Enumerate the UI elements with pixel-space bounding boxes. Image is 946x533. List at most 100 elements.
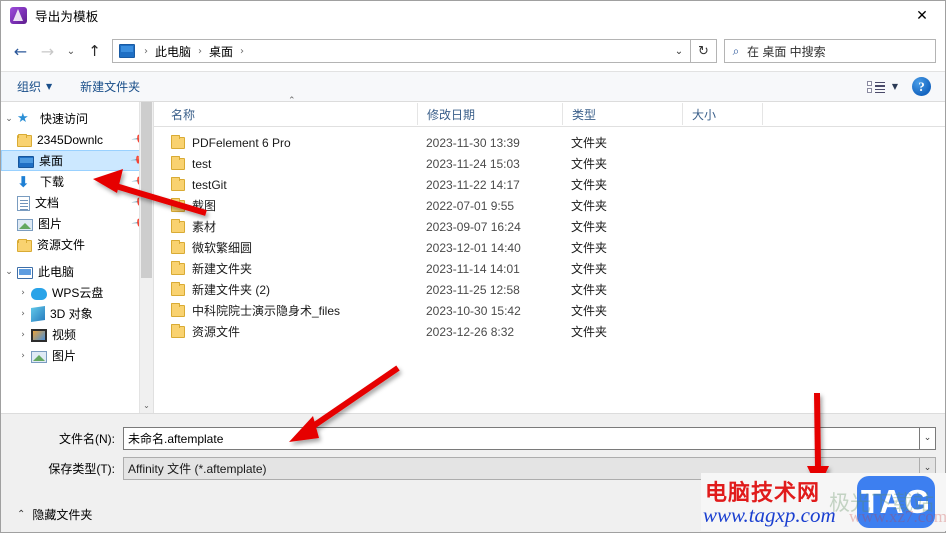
file-name-cell: 资源文件 — [162, 323, 417, 340]
chevron-down-icon[interactable]: ⌄ — [1, 114, 17, 124]
file-type-cell: 文件夹 — [571, 262, 608, 276]
table-row[interactable]: testGit 2023-11-22 14:17 文件夹 — [154, 174, 945, 195]
organize-button[interactable]: 组织 ▼ — [17, 78, 52, 95]
chevron-down-icon[interactable]: ⌄ — [668, 40, 690, 62]
title-bar: 导出为模板 ✕ — [1, 1, 945, 31]
recent-locations-button[interactable]: ⌄ — [61, 37, 81, 65]
sidebar-scrollbar[interactable]: ⌄ — [139, 102, 153, 413]
sidebar-item-label: 资源文件 — [37, 238, 86, 252]
search-placeholder: 在 桌面 中搜索 — [747, 44, 826, 59]
back-button[interactable]: ← — [7, 37, 34, 65]
breadcrumb-item-desktop[interactable]: 桌面 — [207, 43, 235, 60]
table-row[interactable]: 素材 2023-09-07 16:24 文件夹 — [154, 216, 945, 237]
file-date-cell: 2023-11-30 13:39 — [426, 135, 520, 150]
pictures-icon — [17, 218, 33, 231]
sidebar-item-label: 下载 — [40, 175, 65, 189]
sidebar-item-2345downlc[interactable]: 2345Downlc 📌 — [1, 129, 153, 150]
up-button[interactable]: ↑ — [81, 37, 108, 65]
file-rows: PDFelement 6 Pro 2023-11-30 13:39 文件夹 te… — [154, 127, 945, 413]
sort-ascending-icon: ⌃ — [288, 96, 296, 106]
sidebar-item-videos[interactable]: › 视频 — [1, 324, 153, 345]
file-name: 截图 — [192, 199, 217, 213]
folder-icon — [171, 176, 185, 191]
file-type-cell: 文件夹 — [571, 304, 608, 318]
sidebar-item-pictures-pc[interactable]: › 图片 — [1, 345, 153, 366]
filename-label: 文件名(N): — [59, 431, 115, 446]
sidebar-item-desktop[interactable]: 桌面 📌 — [1, 150, 153, 171]
chevron-down-icon: ▼ — [891, 82, 898, 91]
scrollbar-thumb[interactable] — [141, 102, 152, 278]
folder-icon — [171, 218, 185, 233]
file-type-cell: 文件夹 — [571, 241, 608, 255]
sidebar-item-resource-files[interactable]: 资源文件 — [1, 234, 153, 255]
search-icon: ⌕ — [732, 43, 740, 58]
pictures-icon — [31, 350, 47, 363]
filename-input[interactable]: 未命名.aftemplate — [123, 426, 919, 450]
file-name-cell: PDFelement 6 Pro — [162, 134, 417, 150]
downloads-icon: ⬇ — [17, 172, 30, 191]
chevron-down-icon[interactable]: ⌄ — [1, 267, 17, 277]
organize-label: 组织 — [17, 80, 42, 94]
table-row[interactable]: 新建文件夹 2023-11-14 14:01 文件夹 — [154, 258, 945, 279]
sidebar-item-label: 图片 — [38, 217, 63, 231]
sidebar-group-this-pc[interactable]: ⌄ 此电脑 — [1, 261, 153, 282]
file-name: 资源文件 — [192, 325, 241, 339]
file-name-cell: testGit — [162, 176, 417, 192]
table-row[interactable]: 截图 2022-07-01 9:55 文件夹 — [154, 195, 945, 216]
watermark-faint-url: www.xz7.com — [849, 507, 946, 526]
chevron-up-icon: ⌃ — [17, 508, 26, 520]
sidebar-item-downloads[interactable]: ⬇ 下载 📌 — [1, 171, 153, 192]
file-name-cell: test — [162, 155, 417, 171]
close-icon[interactable]: ✕ — [899, 1, 945, 31]
hide-folders-button[interactable]: ⌃ 隐藏文件夹 — [17, 506, 92, 523]
column-header-name[interactable]: 名称 ⌃ — [162, 96, 417, 125]
chevron-right-icon[interactable]: › — [15, 288, 31, 298]
file-date-cell: 2023-11-14 14:01 — [426, 261, 520, 276]
refresh-icon[interactable]: ↻ — [691, 39, 717, 63]
file-type-cell: 文件夹 — [571, 136, 608, 150]
sidebar-item-3d-objects[interactable]: › 3D 对象 — [1, 303, 153, 324]
folder-icon — [171, 239, 185, 254]
sidebar-item-documents[interactable]: 文档 📌 — [1, 192, 153, 213]
this-pc-icon — [17, 266, 33, 279]
table-row[interactable]: 资源文件 2023-12-26 8:32 文件夹 — [154, 321, 945, 342]
desktop-icon — [18, 155, 34, 168]
sidebar-item-label: 桌面 — [39, 154, 64, 168]
table-row[interactable]: 微软繁细圆 2023-12-01 14:40 文件夹 — [154, 237, 945, 258]
file-name: test — [192, 156, 212, 171]
help-icon[interactable]: ? — [912, 77, 931, 96]
chevron-right-icon[interactable]: › — [15, 309, 31, 319]
folder-icon — [171, 155, 185, 170]
chevron-right-icon[interactable]: › — [15, 351, 31, 361]
file-name-cell: 新建文件夹 (2) — [162, 281, 417, 298]
table-row[interactable]: test 2023-11-24 15:03 文件夹 — [154, 153, 945, 174]
file-name: PDFelement 6 Pro — [192, 135, 291, 150]
sidebar-item-wps-cloud[interactable]: › WPS云盘 — [1, 282, 153, 303]
navigation-bar: ← → ⌄ ↑ › 此电脑 › 桌面 › ⌄ ↻ ⌕ 在 桌面 中搜索 — [1, 31, 945, 71]
table-row[interactable]: 新建文件夹 (2) 2023-11-25 12:58 文件夹 — [154, 279, 945, 300]
table-row[interactable]: PDFelement 6 Pro 2023-11-30 13:39 文件夹 — [154, 132, 945, 153]
file-date-cell: 2023-12-26 8:32 — [426, 324, 515, 339]
sidebar-group-quick-access[interactable]: ⌄ ★ 快速访问 — [1, 108, 153, 129]
column-header-date[interactable]: 修改日期 — [417, 103, 562, 125]
table-row[interactable]: 中科院院士演示隐身术_files 2023-10-30 15:42 文件夹 — [154, 300, 945, 321]
file-name-cell: 微软繁细圆 — [162, 239, 417, 256]
videos-icon — [31, 329, 47, 342]
folder-icon — [171, 281, 185, 296]
forward-button[interactable]: → — [34, 37, 61, 65]
chevron-right-icon[interactable]: › — [15, 330, 31, 340]
new-folder-button[interactable]: 新建文件夹 — [80, 78, 140, 95]
scroll-down-icon[interactable]: ⌄ — [140, 398, 153, 413]
file-type-cell: 文件夹 — [571, 283, 608, 297]
column-header-type[interactable]: 类型 — [562, 103, 682, 125]
sidebar-item-pictures[interactable]: 图片 📌 — [1, 213, 153, 234]
view-options-button[interactable]: ▼ — [866, 80, 898, 94]
chevron-down-icon[interactable]: ⌄ — [919, 426, 936, 450]
export-as-template-dialog: 导出为模板 ✕ ← → ⌄ ↑ › 此电脑 › 桌面 › ⌄ ↻ ⌕ 在 桌面 … — [0, 0, 946, 533]
file-date-cell: 2022-07-01 9:55 — [426, 198, 515, 213]
breadcrumb[interactable]: › 此电脑 › 桌面 › ⌄ — [112, 39, 691, 63]
search-input[interactable]: ⌕ 在 桌面 中搜索 — [724, 39, 936, 63]
breadcrumb-item-this-pc[interactable]: 此电脑 — [153, 43, 193, 60]
pin-star-icon: ★ — [17, 110, 29, 126]
column-header-size[interactable]: 大小 — [682, 103, 762, 125]
